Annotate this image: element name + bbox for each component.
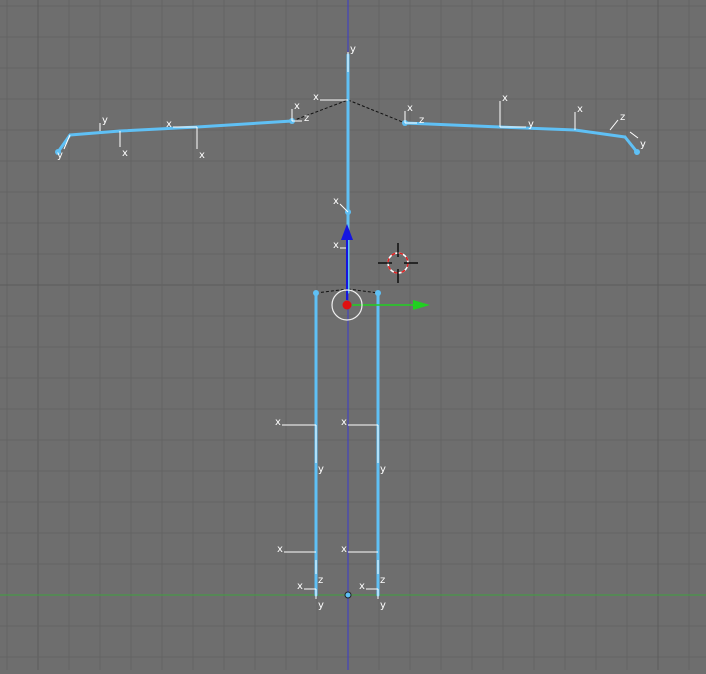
svg-text:x: x [502, 93, 508, 104]
svg-text:z: z [318, 575, 323, 586]
svg-text:x: x [359, 581, 365, 592]
svg-text:x: x [199, 150, 205, 161]
3d-viewport[interactable]: xyxxxzxxxyyxzxyxzyxyxyxzxzxyxy [0, 0, 706, 670]
svg-text:x: x [577, 104, 583, 115]
svg-text:x: x [341, 544, 347, 555]
bone-joint[interactable] [375, 290, 381, 296]
svg-text:x: x [333, 240, 339, 251]
svg-text:y: y [350, 44, 356, 55]
svg-text:y: y [640, 139, 646, 150]
svg-text:y: y [528, 119, 534, 130]
svg-text:x: x [333, 196, 339, 207]
svg-text:x: x [122, 148, 128, 159]
svg-text:y: y [57, 150, 63, 161]
bone-joint[interactable] [313, 290, 319, 296]
svg-text:y: y [318, 464, 324, 475]
svg-text:x: x [297, 581, 303, 592]
viewport-background[interactable] [0, 0, 706, 670]
svg-text:z: z [304, 113, 309, 124]
svg-text:x: x [294, 101, 300, 112]
svg-text:x: x [313, 92, 319, 103]
svg-text:y: y [102, 115, 108, 126]
svg-text:y: y [318, 600, 324, 611]
svg-text:z: z [380, 575, 385, 586]
svg-text:z: z [419, 115, 424, 126]
svg-text:x: x [341, 417, 347, 428]
svg-text:y: y [380, 600, 386, 611]
ground-origin-point [344, 591, 352, 599]
svg-text:y: y [380, 464, 386, 475]
svg-text:x: x [407, 103, 413, 114]
svg-text:x: x [275, 417, 281, 428]
svg-text:z: z [620, 112, 625, 123]
object-origin-dot[interactable] [342, 300, 352, 310]
svg-text:x: x [166, 119, 172, 130]
svg-text:x: x [277, 544, 283, 555]
